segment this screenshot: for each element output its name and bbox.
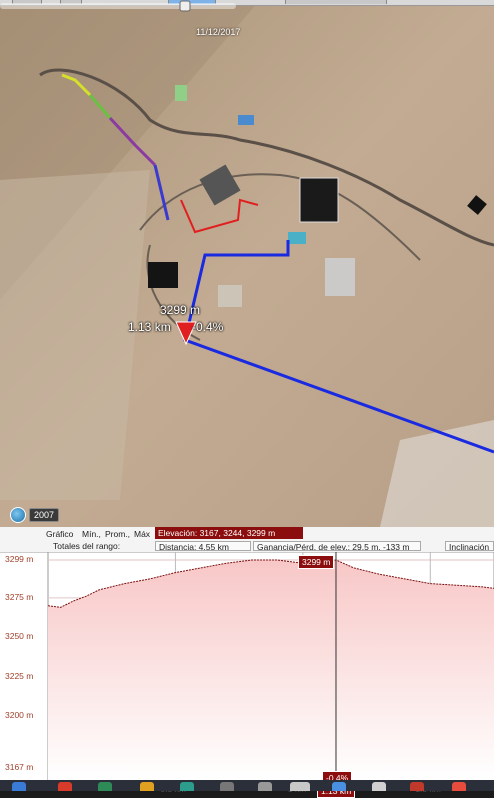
taskbar xyxy=(0,780,494,791)
max-label: Máx xyxy=(134,529,151,539)
avg-label: Prom., xyxy=(105,529,131,539)
imagery-year: 2007 xyxy=(29,508,60,522)
y-tick-label: 3250 m xyxy=(5,631,34,642)
pin-distance-label: 1.13 km xyxy=(128,320,171,334)
app-icon[interactable] xyxy=(372,782,386,791)
distance-cell: Distancia: 4.55 km xyxy=(155,541,251,551)
globe-icon xyxy=(10,507,26,523)
min-label: Mín., xyxy=(82,529,101,539)
toolbar-button[interactable] xyxy=(285,0,387,4)
app-icon[interactable] xyxy=(140,782,154,791)
pin-elevation-label: 3299 m xyxy=(160,303,201,317)
app-icon[interactable] xyxy=(452,782,466,791)
slope-cell: Inclinación xyxy=(445,541,494,551)
range-label: Totales del rango: xyxy=(53,541,121,551)
y-tick-label: 3200 m xyxy=(5,710,34,720)
elevation-gain-cell: Ganancia/Pérd. de elev.: 29.5 m, -133 m xyxy=(253,541,421,551)
y-tick-label: 3275 m xyxy=(5,591,34,602)
elevation-chart[interactable]: 3299 m3275 m3250 m3225 m3200 m3167 m 0.5… xyxy=(0,551,494,798)
app-icon[interactable] xyxy=(58,782,72,791)
elevation-profile-panel: Gráfico Mín., Prom., Máx Elevación: 3167… xyxy=(0,527,494,798)
app-icon[interactable] xyxy=(332,782,346,791)
profile-header-row: Gráfico Mín., Prom., Máx Elevación: 3167… xyxy=(0,527,494,540)
app-icon[interactable] xyxy=(410,782,424,791)
app-icon[interactable] xyxy=(98,782,112,791)
imagery-date-badge[interactable]: 2007 xyxy=(10,507,60,523)
elevation-area xyxy=(48,560,494,780)
y-tick-label: 3225 m xyxy=(5,670,34,681)
app-icon[interactable] xyxy=(12,782,26,791)
app-icon[interactable] xyxy=(180,782,194,791)
elevation-chart-svg[interactable] xyxy=(0,551,494,781)
elevation-summary: Elevación: 3167, 3244, 3299 m xyxy=(155,527,303,539)
app-icon-active[interactable] xyxy=(290,782,310,791)
chart-label: Gráfico xyxy=(46,529,74,539)
app-icon[interactable] xyxy=(258,782,272,791)
y-tick-label: 3167 m xyxy=(5,762,34,772)
y-tick-label: 3299 m xyxy=(5,554,34,564)
cursor-elevation-tag: 3299 m xyxy=(297,555,335,569)
time-slider[interactable] xyxy=(0,0,236,12)
pin-grade-label: -0.4% xyxy=(192,320,224,334)
time-slider-date: 11/12/2017 xyxy=(196,27,241,37)
app-icon[interactable] xyxy=(220,782,234,791)
map-view[interactable]: 11/12/2017 3299 m 1.13 km -0.4% 2007 xyxy=(0,0,494,527)
satellite-imagery xyxy=(0,0,494,527)
